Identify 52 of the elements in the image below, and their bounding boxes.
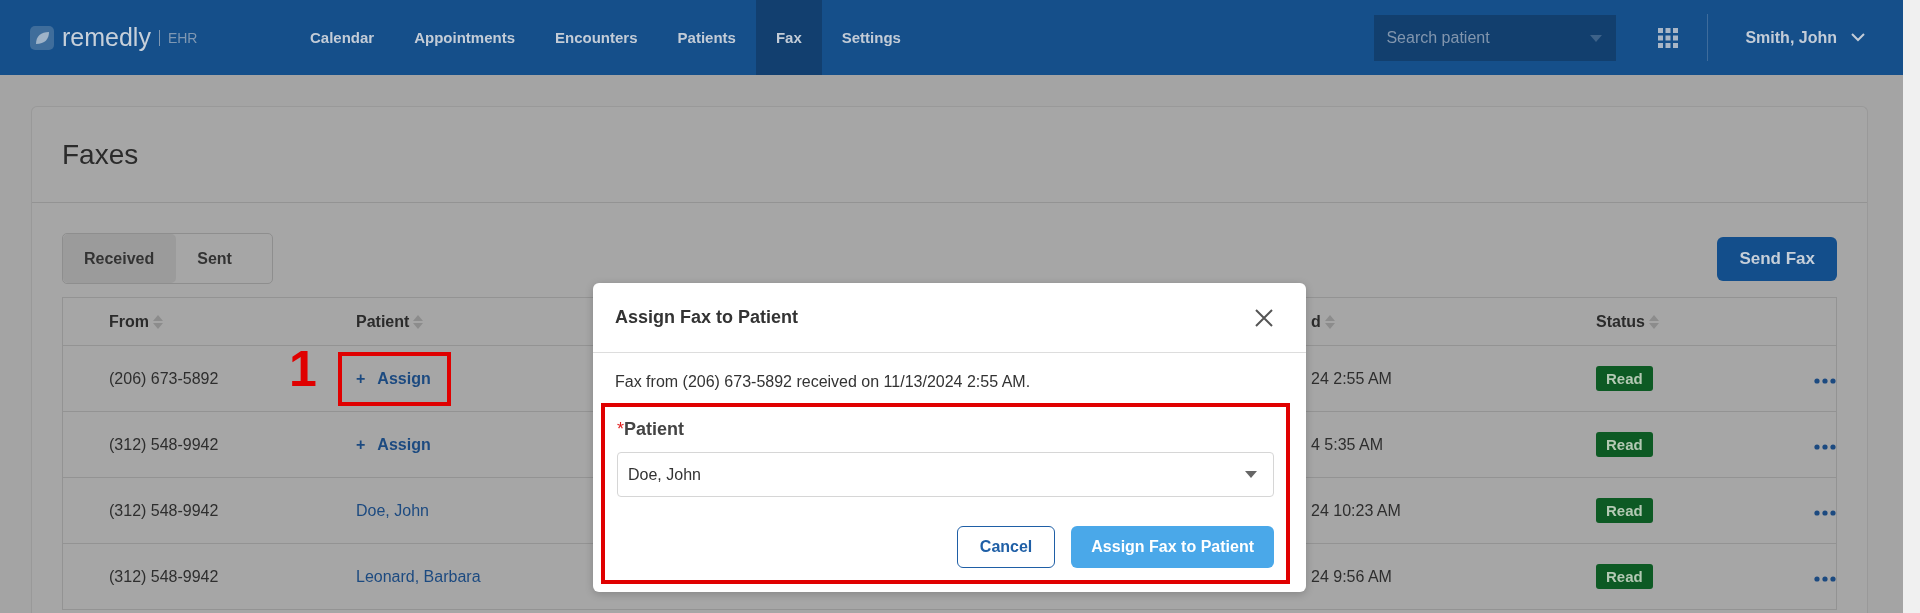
column-header[interactable]: d <box>1311 312 1321 331</box>
more-options-icon[interactable] <box>1814 377 1836 384</box>
tab[interactable]: Sent <box>176 234 272 283</box>
status-badge: Read <box>1596 432 1653 457</box>
caret-icon <box>1245 471 1257 478</box>
table-cell-text: (312) 548-9942 <box>108 501 220 520</box>
chevron-down-icon <box>1851 33 1865 42</box>
status-badge: Read <box>1596 564 1653 589</box>
table-cell-text: (206) 673-5892 <box>108 369 220 388</box>
caret-icon <box>1590 34 1603 42</box>
assign-button[interactable]: Assign Fax to Patient <box>1071 526 1274 568</box>
patient-link[interactable]: Leonard, Barbara <box>356 567 481 586</box>
table-cell-text: (312) 548-9942 <box>108 567 220 586</box>
more-options-icon[interactable] <box>1814 509 1836 516</box>
assign-link[interactable]: + Assign <box>356 369 431 388</box>
user-menu[interactable]: Smith, John <box>1745 0 1903 75</box>
tab[interactable]: Received <box>63 234 177 283</box>
nav-item[interactable]: Encounters <box>535 0 658 75</box>
nav-item[interactable]: Appointments <box>394 0 536 75</box>
leaf-logo-icon <box>30 25 54 50</box>
step-number: 1 <box>289 343 317 394</box>
logo-suffix: EHR <box>158 29 198 46</box>
dialog-title: Assign Fax to Patient <box>615 307 799 328</box>
status-badge: Read <box>1596 498 1653 523</box>
table-cell-text: (312) 548-9942 <box>108 435 220 454</box>
nav-item[interactable]: Fax <box>755 0 822 75</box>
table-cell-text: 24 10:23 AM <box>1311 501 1402 520</box>
more-options-icon[interactable] <box>1814 443 1836 450</box>
patient-link[interactable]: Doe, John <box>356 501 429 520</box>
table-cell-text: 4 5:35 AM <box>1311 435 1385 454</box>
close-icon[interactable] <box>1254 307 1274 328</box>
status-badge: Read <box>1596 366 1653 391</box>
assign-link[interactable]: + Assign <box>356 435 431 454</box>
table-cell-text: 24 2:55 AM <box>1311 369 1393 388</box>
dialog-message: Fax from (206) 673-5892 received on 11/13/2024 2:55 AM. <box>614 372 1032 392</box>
column-header[interactable]: Patient <box>356 312 410 331</box>
search-field[interactable]: Search patient <box>1374 14 1617 61</box>
nav-item[interactable]: Calendar <box>290 0 395 75</box>
logo-text: remedly <box>62 23 151 52</box>
more-options-icon[interactable] <box>1814 575 1836 582</box>
column-header[interactable]: Status <box>1596 312 1645 331</box>
page-title: Faxes <box>62 138 139 171</box>
cancel-button[interactable]: Cancel <box>956 526 1056 568</box>
patient-select[interactable]: Doe, John <box>617 452 1274 497</box>
field-label: *Patient <box>617 419 686 440</box>
table-cell-text: 24 9:56 AM <box>1311 567 1393 586</box>
scrollbar[interactable] <box>1903 0 1920 613</box>
column-header[interactable]: From <box>109 312 149 331</box>
send-fax-button[interactable]: Send Fax <box>1717 236 1837 281</box>
nav-item[interactable]: Patients <box>657 0 756 75</box>
apps-grid-icon[interactable] <box>1658 27 1679 48</box>
nav-item[interactable]: Settings <box>821 0 921 75</box>
